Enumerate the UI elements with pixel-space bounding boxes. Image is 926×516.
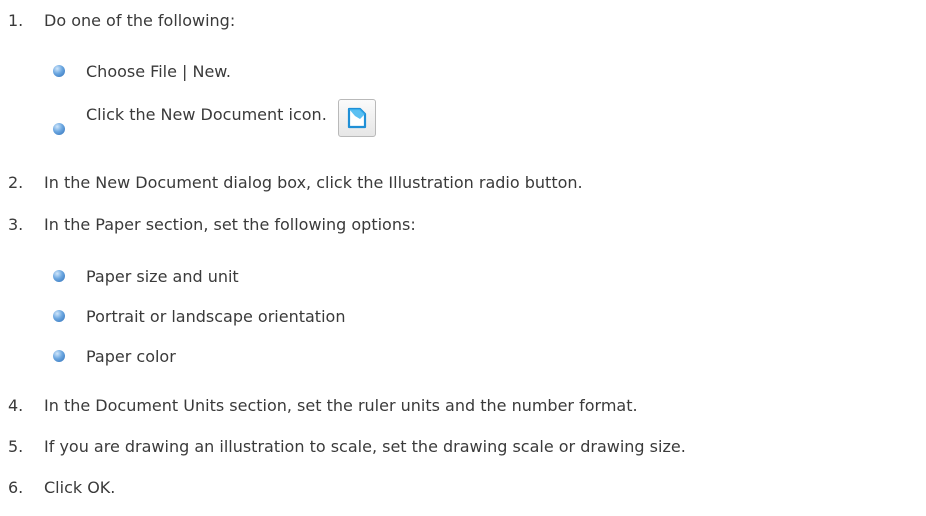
new-document-icon (347, 107, 366, 129)
step-text: In the Paper section, set the following … (44, 214, 416, 234)
bullet-dot (53, 65, 65, 77)
bullet-dot (53, 270, 65, 282)
bullet-dot (53, 310, 65, 322)
step-number: 1. (8, 10, 24, 30)
bullet-dot (53, 350, 65, 362)
step-text: In the New Document dialog box, click th… (44, 172, 583, 192)
bullet-dot (53, 123, 65, 135)
step-text: If you are drawing an illustration to sc… (44, 436, 686, 456)
bullet-text: Click the New Document icon. (86, 105, 327, 124)
step-number: 6. (8, 477, 24, 497)
step-number: 5. (8, 436, 24, 456)
bullet-text: Paper color (86, 346, 176, 366)
new-document-button[interactable] (337, 99, 376, 137)
bullet-text: Choose File | New. (86, 61, 232, 81)
bullet-text: Portrait or landscape orientation (86, 306, 346, 326)
step-number: 3. (8, 214, 24, 234)
step-number: 2. (8, 172, 24, 192)
step-text: In the Document Units section, set the r… (44, 395, 638, 415)
step-number: 4. (8, 395, 24, 415)
step-text: Click OK. (44, 477, 116, 497)
step-text: Do one of the following: (44, 10, 236, 30)
bullet-text: Paper size and unit (86, 266, 239, 286)
bullet-text-with-icon: Click the New Document icon. (86, 99, 376, 139)
